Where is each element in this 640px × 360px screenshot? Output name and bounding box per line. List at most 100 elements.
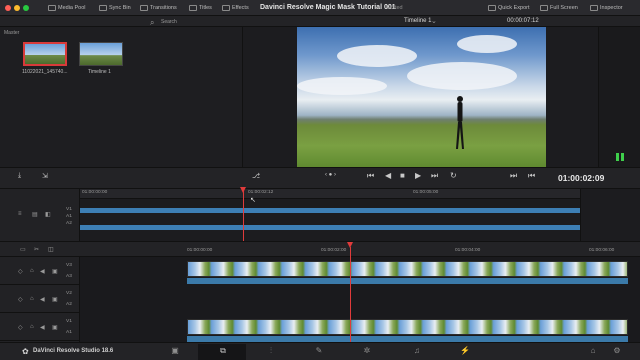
media-pool-label: Media Pool [58, 5, 86, 11]
full-screen-button[interactable]: Full Screen [540, 3, 578, 13]
speaker-icon[interactable]: ◀ [40, 268, 45, 275]
speaker-icon[interactable]: ◧ [45, 211, 51, 218]
track-label: A2 [66, 302, 72, 307]
effects-label: Effects [232, 5, 249, 11]
track-label: V2 [66, 291, 72, 296]
timeline-thumbnail[interactable] [79, 42, 123, 66]
titles-button[interactable]: Titles [189, 3, 212, 13]
resolve-window: Media Pool Sync Bin Transitions Titles E… [0, 0, 640, 360]
mark-out-icon[interactable]: ⏮ [528, 171, 535, 181]
upper-timeline-side [580, 189, 640, 241]
effects-button[interactable]: Effects [222, 3, 249, 13]
loop-icon[interactable]: ↻ [450, 171, 457, 180]
edit-page-icon[interactable]: ⫶ [266, 346, 276, 356]
timeline-options-icon[interactable]: ▭ [20, 246, 26, 253]
visibility-icon[interactable]: ◇ [18, 268, 23, 275]
solo-icon[interactable]: ▣ [52, 268, 58, 275]
timeline-video-clip[interactable] [187, 319, 628, 335]
lock-icon[interactable]: ⌂ [30, 296, 34, 302]
upper-audio-clip[interactable] [80, 225, 580, 230]
settings-icon[interactable]: ⚙ [612, 346, 622, 356]
audio-level-meter [616, 153, 619, 161]
speaker-icon[interactable]: ◀ [40, 296, 45, 303]
speaker-icon[interactable]: ◀ [40, 324, 45, 331]
ruler-tick-label: 01:00:00:00 [82, 190, 108, 195]
sync-bin-icon [99, 5, 107, 11]
title-bar: Media Pool Sync Bin Transitions Titles E… [0, 0, 640, 16]
sync-bin-label: Sync Bin [109, 5, 131, 11]
stop-icon[interactable]: ■ [400, 171, 405, 180]
home-icon[interactable]: ⌂ [588, 346, 598, 356]
timeline-video-clip[interactable] [187, 261, 628, 277]
lock-icon[interactable]: ⌂ [30, 268, 34, 274]
inspector-icon [590, 5, 598, 11]
cut-page-icon[interactable]: ⧉ [218, 346, 228, 356]
track-header: ◇ ⌂ ◀ ▣ V2 A2 [0, 285, 80, 313]
skip-back-icon[interactable]: ⏮ [367, 171, 374, 181]
media-clip-thumbnail[interactable] [23, 42, 67, 66]
solo-icon[interactable]: ▣ [52, 324, 58, 331]
transport-bar: ⤓ ⇲ ⎇ ‹ ● › ⏮ ◀ ■ ▶ ⏭ ↻ ⏭ ⏮ [0, 167, 640, 189]
cloud-shape [457, 35, 517, 53]
viewer-header-bar: ⌕ Search Timeline 1 ⌄ 00:00:07:12 [0, 16, 640, 27]
lower-timeline-toolbar: ▭ ✂ ◫ 01:00:00:00 01:00:02:00 01:00:04:0… [0, 241, 640, 257]
track-label: V1 [66, 207, 72, 212]
cloud-shape [407, 62, 517, 90]
quick-export-label: Quick Export [498, 5, 530, 11]
upper-timeline-tracks[interactable] [80, 199, 580, 241]
fusion-page-icon[interactable]: ✎ [314, 346, 324, 356]
play-reverse-icon[interactable]: ◀ [385, 171, 391, 180]
visibility-icon[interactable]: ◇ [18, 324, 23, 331]
timeline-clip-audio[interactable] [187, 278, 628, 284]
chevron-down-icon[interactable]: ⌄ [431, 17, 437, 25]
track-label: A1 [66, 214, 72, 219]
timeline-thumbnail-label: Timeline 1 [88, 69, 111, 75]
media-pool-button[interactable]: Media Pool [48, 3, 86, 13]
track-label: A3 [66, 274, 72, 279]
titles-label: Titles [199, 5, 212, 11]
visibility-icon[interactable]: ◇ [18, 296, 23, 303]
upper-timeline-ruler[interactable]: 01:00:00:00 01:00:02:12 01:00:05:00 [80, 189, 580, 199]
inspector-button[interactable]: Inspector [590, 3, 623, 13]
solo-icon[interactable]: ▣ [52, 296, 58, 303]
lock-icon[interactable]: ▤ [32, 211, 38, 218]
snap-icon[interactable]: ⎇ [252, 172, 260, 180]
sync-bin-button[interactable]: Sync Bin [99, 3, 131, 13]
close-window-button[interactable] [5, 5, 11, 11]
deliver-page-icon[interactable]: ⚡ [460, 346, 470, 356]
zoom-icon[interactable]: ◫ [48, 246, 54, 253]
previous-clip-icon[interactable]: ‹ ● › [325, 172, 336, 178]
razor-icon[interactable]: ✂ [34, 246, 39, 253]
timeline-selector[interactable]: Timeline 1 [404, 18, 431, 24]
track-label: V1 [66, 319, 72, 324]
full-screen-label: Full Screen [550, 5, 578, 11]
fairlight-page-icon[interactable]: ♫ [412, 346, 422, 356]
ruler-tick-label: 01:00:05:00 [413, 190, 439, 195]
track-label: A1 [66, 330, 72, 335]
media-page-icon[interactable]: ▣ [170, 346, 180, 356]
quick-export-button[interactable]: Quick Export [488, 3, 529, 13]
transitions-button[interactable]: Transitions [140, 3, 177, 13]
minimize-window-button[interactable] [14, 5, 20, 11]
tool-icon[interactable]: ⤓ [18, 172, 21, 180]
lower-track-headers: ◇ ⌂ ◀ ▣ V3 A3 ◇ ⌂ ◀ ▣ V2 A2 ◇ ⌂ ◀ ▣ V1 A… [0, 257, 80, 342]
tool-icon[interactable]: ⇲ [42, 172, 48, 180]
search-label[interactable]: Search [161, 19, 177, 25]
play-icon[interactable]: ▶ [415, 171, 421, 180]
viewer-frame-image[interactable] [297, 27, 546, 167]
lock-icon[interactable]: ⌂ [30, 324, 34, 330]
inspector-label: Inspector [600, 5, 623, 11]
audio-level-meter [621, 153, 624, 161]
zoom-window-button[interactable] [23, 5, 29, 11]
viewer-timecode: 00:00:07:12 [507, 18, 539, 24]
bin-name[interactable]: Master [4, 30, 19, 36]
skip-forward-icon[interactable]: ⏭ [431, 171, 438, 181]
lower-playhead[interactable] [350, 247, 351, 342]
mark-in-icon[interactable]: ⏭ [510, 171, 517, 181]
media-clip-label: 11022021_145740... [22, 69, 68, 75]
track-settings-icon[interactable]: ≡ [18, 211, 22, 217]
color-page-icon[interactable]: ✲ [362, 346, 372, 356]
upper-video-clip[interactable] [80, 208, 580, 213]
cloud-shape [297, 77, 387, 95]
upper-playhead[interactable] [243, 189, 244, 241]
